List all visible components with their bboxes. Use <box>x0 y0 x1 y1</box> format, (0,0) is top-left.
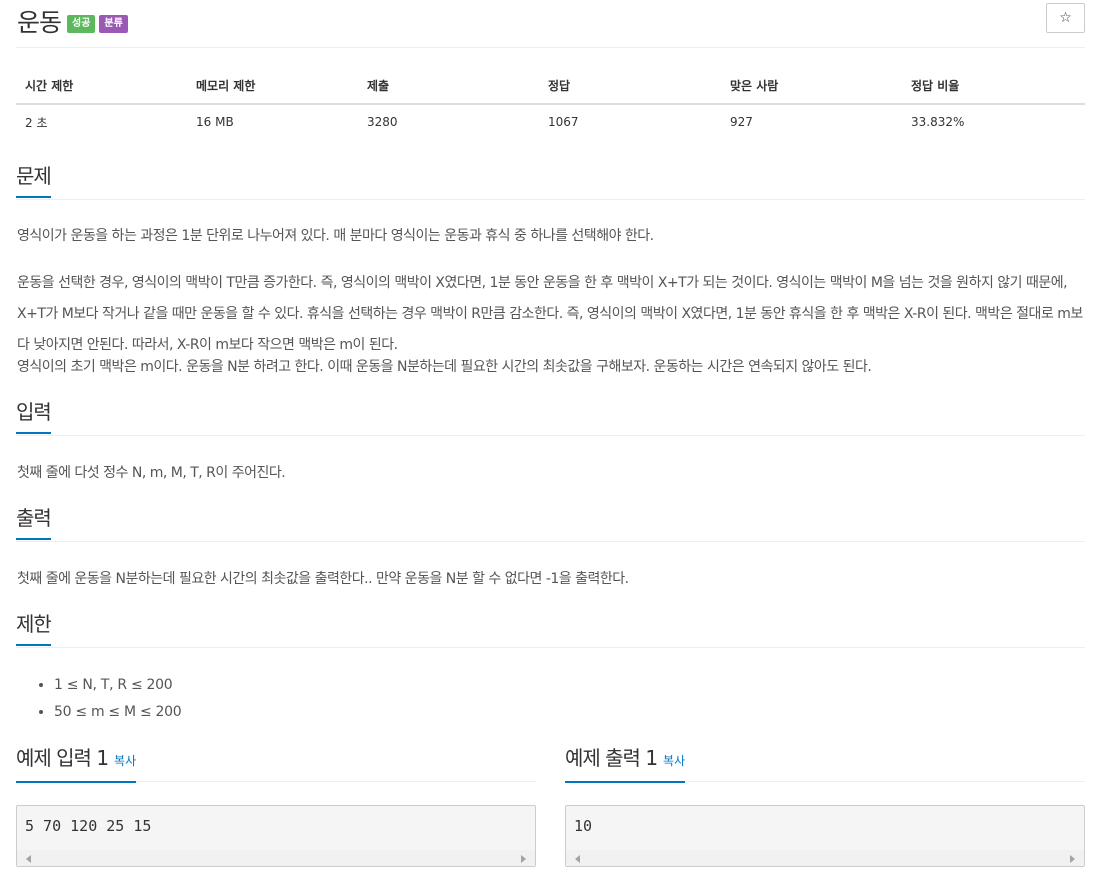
sample-input-box[interactable]: 5 70 120 25 15 <box>16 805 536 867</box>
header-memory-limit: 메모리 제한 <box>187 68 358 105</box>
input-description: 첫째 줄에 다섯 정수 N, m, M, T, R이 주어진다. <box>17 465 286 481</box>
sample-input-section-header: 예제 입력 1 복사 <box>16 744 536 783</box>
value-accepted: 1067 <box>548 115 579 129</box>
success-badge[interactable]: 성공 <box>67 15 96 33</box>
output-description: 첫째 줄에 운동을 N분하는데 필요한 시간의 최솟값을 출력한다.. 만약 운… <box>17 571 629 587</box>
header-accepted: 정답 <box>539 68 721 105</box>
table-header-row: 시간 제한 메모리 제한 제출 정답 맞은 사람 정답 비율 <box>16 68 1085 105</box>
sample-output-heading-text: 예제 출력 1 <box>565 746 658 770</box>
scroll-right-icon[interactable] <box>521 855 526 863</box>
description-paragraph-1: 영식이가 운동을 하는 과정은 1분 단위로 나누어져 있다. 매 분마다 영식… <box>17 228 654 244</box>
description-paragraph-3: 영식이의 초기 맥박은 m이다. 운동을 N분 하려고 한다. 이때 운동을 N… <box>17 359 872 375</box>
value-accept-ratio: 33.832% <box>911 115 965 129</box>
input-heading: 입력 <box>16 398 52 434</box>
description-heading: 문제 <box>16 162 52 198</box>
category-badge[interactable]: 분류 <box>99 15 128 33</box>
header-solvers: 맞은 사람 <box>721 68 902 105</box>
value-solvers: 927 <box>730 115 753 129</box>
header-time-limit: 시간 제한 <box>16 68 187 105</box>
scroll-left-icon[interactable] <box>575 855 580 863</box>
table-row: 2 초 16 MB 3280 1067 927 33.832% <box>16 104 1085 139</box>
input-section-header: 입력 <box>16 398 1085 436</box>
value-memory-limit: 16 MB <box>196 115 234 129</box>
limits-list: 1 ≤ N, T, R ≤ 200 50 ≤ m ≤ M ≤ 200 <box>54 672 182 726</box>
problem-info-table: 시간 제한 메모리 제한 제출 정답 맞은 사람 정답 비율 2 초 16 MB… <box>16 68 1085 139</box>
sample-input-content: 5 70 120 25 15 <box>25 817 152 835</box>
value-submissions: 3280 <box>367 115 398 129</box>
description-paragraph-2: 운동을 선택한 경우, 영식이의 맥박이 T만큼 증가한다. 즉, 영식이의 맥… <box>17 275 1083 353</box>
star-icon: ☆ <box>1059 10 1072 26</box>
sample-input-heading-text: 예제 입력 1 <box>16 746 109 770</box>
description-section-header: 문제 <box>16 162 1085 200</box>
sample-output-content: 10 <box>574 817 593 835</box>
sample-input-heading: 예제 입력 1 복사 <box>16 744 137 783</box>
list-item: 50 ≤ m ≤ M ≤ 200 <box>54 699 182 726</box>
problem-title-row: 운동 성공 분류 <box>17 4 128 38</box>
sample-output-section-header: 예제 출력 1 복사 <box>565 744 1085 783</box>
sample-output-box[interactable]: 10 <box>565 805 1085 867</box>
header-submissions: 제출 <box>358 68 539 105</box>
copy-sample-input-link[interactable]: 복사 <box>114 754 136 768</box>
output-heading: 출력 <box>16 504 52 540</box>
limits-heading: 제한 <box>16 610 52 646</box>
header-accept-ratio: 정답 비율 <box>902 68 1085 105</box>
copy-sample-output-link[interactable]: 복사 <box>663 754 685 768</box>
scroll-right-icon[interactable] <box>1070 855 1075 863</box>
limits-section-header: 제한 <box>16 610 1085 648</box>
value-time-limit: 2 초 <box>25 115 48 130</box>
sample-output-heading: 예제 출력 1 복사 <box>565 744 686 783</box>
favorite-button[interactable]: ☆ <box>1046 3 1085 33</box>
scroll-left-icon[interactable] <box>26 855 31 863</box>
page-title: 운동 <box>17 8 62 37</box>
output-section-header: 출력 <box>16 504 1085 542</box>
horizontal-scrollbar[interactable] <box>566 850 1084 866</box>
title-divider <box>16 47 1085 48</box>
horizontal-scrollbar[interactable] <box>17 850 535 866</box>
list-item: 1 ≤ N, T, R ≤ 200 <box>54 672 181 699</box>
